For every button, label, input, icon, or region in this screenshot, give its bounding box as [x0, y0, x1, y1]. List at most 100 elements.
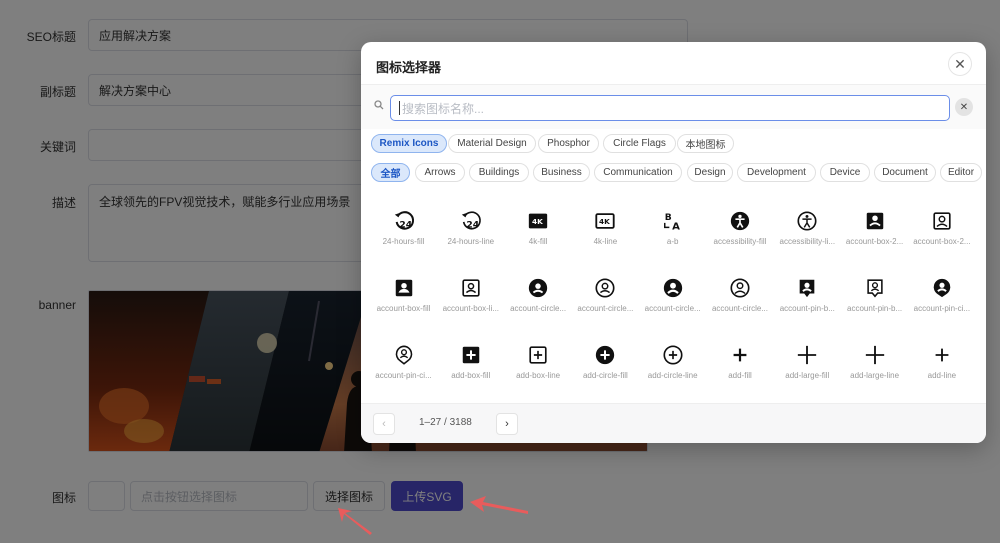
icon-option[interactable]: account-pin-b... [841, 276, 908, 313]
source-tab[interactable]: 本地图标 [677, 134, 734, 153]
icon-option[interactable]: account-box-li... [437, 276, 504, 313]
category-tab[interactable]: Arrows [415, 163, 465, 182]
icon-option[interactable]: account-circle... [505, 276, 572, 313]
svg-text:A: A [672, 221, 680, 232]
icon-option-label: add-box-fill [451, 371, 491, 380]
add-line-icon [908, 343, 975, 367]
icon-option-label: account-box-2... [845, 237, 904, 246]
icon-option-label: account-circle... [510, 304, 567, 313]
addcirc-fill-icon [572, 343, 639, 367]
pagination-bar: ‹ 1–27 / 3188 › [361, 403, 986, 443]
icon-option[interactable]: B Aa-b [639, 209, 706, 246]
abox2-fill-icon [841, 209, 908, 233]
icon-option[interactable]: account-box-fill [370, 276, 437, 313]
access-line-icon [774, 209, 841, 233]
clear-search-icon[interactable]: ✕ [955, 98, 973, 116]
icon-option-label: 4k-fill [528, 237, 548, 246]
icon-option[interactable]: add-line [908, 343, 975, 380]
dialog-title: 图标选择器 [376, 60, 442, 75]
pagination-text: 1–27 / 3188 [419, 417, 472, 428]
svg-text:4K: 4K [599, 217, 610, 226]
icon-option-label: account-pin-b... [847, 304, 903, 313]
category-tab[interactable]: Device [820, 163, 870, 182]
icon-option[interactable]: account-circle... [639, 276, 706, 313]
source-tab[interactable]: Remix Icons [371, 134, 447, 153]
4k-line-icon: 4K [572, 209, 639, 233]
source-tab[interactable]: Phosphor [538, 134, 599, 153]
addcirc-line-icon [639, 343, 706, 367]
a-b-icon: BA [639, 209, 706, 233]
source-tab[interactable]: Material Design [448, 134, 536, 153]
close-icon[interactable]: ✕ [948, 52, 972, 76]
icon-option[interactable]: account-box-2... [908, 209, 975, 246]
acirc-fill-icon [639, 276, 706, 300]
category-tab[interactable]: Buildings [469, 163, 529, 182]
icon-option-label: add-large-fill [785, 371, 830, 380]
icon-option-label: account-pin-b... [779, 304, 835, 313]
icon-option[interactable]: add-box-fill [437, 343, 504, 380]
icon-option[interactable]: account-circle... [707, 276, 774, 313]
icon-option[interactable]: account-pin-ci... [370, 343, 437, 380]
icon-option[interactable]: accessibility-fill [707, 209, 774, 246]
icon-option[interactable]: 4K 4k-fill [505, 209, 572, 246]
access-fill-icon [707, 209, 774, 233]
icon-search-input[interactable]: 搜索图标名称... [390, 95, 950, 121]
icon-option[interactable]: add-fill [707, 343, 774, 380]
icon-option-label: account-circle... [644, 304, 701, 313]
addlarge-icon [841, 343, 908, 367]
category-tab[interactable]: Editor [940, 163, 982, 182]
icon-option[interactable]: 24 24-hours-fill [370, 209, 437, 246]
prev-page-button[interactable]: ‹ [373, 413, 395, 435]
svg-text:24: 24 [466, 219, 479, 230]
icon-picker-dialog: 图标选择器 ✕ 搜索图标名称... ✕ 24 24-hours-fill 24 24-… [361, 42, 986, 443]
icon-option-label: 4k-line [593, 237, 618, 246]
icon-option[interactable]: 4K 4k-line [572, 209, 639, 246]
icon-option[interactable]: accessibility-li... [774, 209, 841, 246]
icon-option[interactable]: account-pin-b... [774, 276, 841, 313]
icon-option[interactable]: add-large-fill [774, 343, 841, 380]
category-tab[interactable]: 全部 [371, 163, 410, 182]
24h-line-icon: 24 [437, 209, 504, 233]
icon-option-label: account-box-fill [376, 304, 431, 313]
icon-option[interactable]: 24 24-hours-line [437, 209, 504, 246]
abox-fill-icon [370, 276, 437, 300]
acirc2-line-icon [572, 276, 639, 300]
icon-grid: 24 24-hours-fill 24 24-hours-line 4K 4k-fill 4… [361, 189, 986, 403]
category-tab[interactable]: Design [687, 163, 733, 182]
svg-text:24: 24 [399, 219, 412, 230]
icon-option-label: account-box-2... [913, 237, 971, 246]
svg-text:B: B [664, 212, 671, 223]
icon-option[interactable]: add-large-line [841, 343, 908, 380]
icon-option-label: accessibility-li... [779, 237, 836, 246]
24h-fill-icon: 24 [370, 209, 437, 233]
icon-option-label: account-circle... [577, 304, 634, 313]
4k-fill-icon: 4K [505, 209, 572, 233]
icon-option[interactable]: add-box-line [505, 343, 572, 380]
icon-option-label: account-box-li... [442, 304, 500, 313]
icon-option-label: accessibility-fill [713, 237, 767, 246]
source-tab[interactable]: Circle Flags [603, 134, 676, 153]
category-tab[interactable]: Communication [594, 163, 682, 182]
icon-option[interactable]: add-circle-fill [572, 343, 639, 380]
acirc2-fill-icon [505, 276, 572, 300]
icon-option[interactable]: account-box-2... [841, 209, 908, 246]
icon-option[interactable]: account-pin-ci... [908, 276, 975, 313]
icon-option-label: add-circle-fill [582, 371, 628, 380]
apinc-fill-icon [908, 276, 975, 300]
add-fill-icon [707, 343, 774, 367]
category-tab[interactable]: Document [874, 163, 936, 182]
icon-option-label: a-b [666, 237, 679, 246]
annotation-arrow-icon [470, 496, 528, 514]
category-tab[interactable]: Business [533, 163, 590, 182]
icon-option-label: account-circle... [711, 304, 769, 313]
icon-option[interactable]: add-circle-line [639, 343, 706, 380]
icon-option-label: account-pin-ci... [913, 304, 971, 313]
icon-option-label: 24-hours-line [447, 237, 495, 246]
apinb-line-icon [841, 276, 908, 300]
apinb-fill-icon [774, 276, 841, 300]
icon-option[interactable]: account-circle... [572, 276, 639, 313]
category-tab[interactable]: Development [737, 163, 816, 182]
abox2-line-icon [908, 209, 975, 233]
next-page-button[interactable]: › [496, 413, 518, 435]
search-placeholder: 搜索图标名称... [402, 101, 485, 116]
